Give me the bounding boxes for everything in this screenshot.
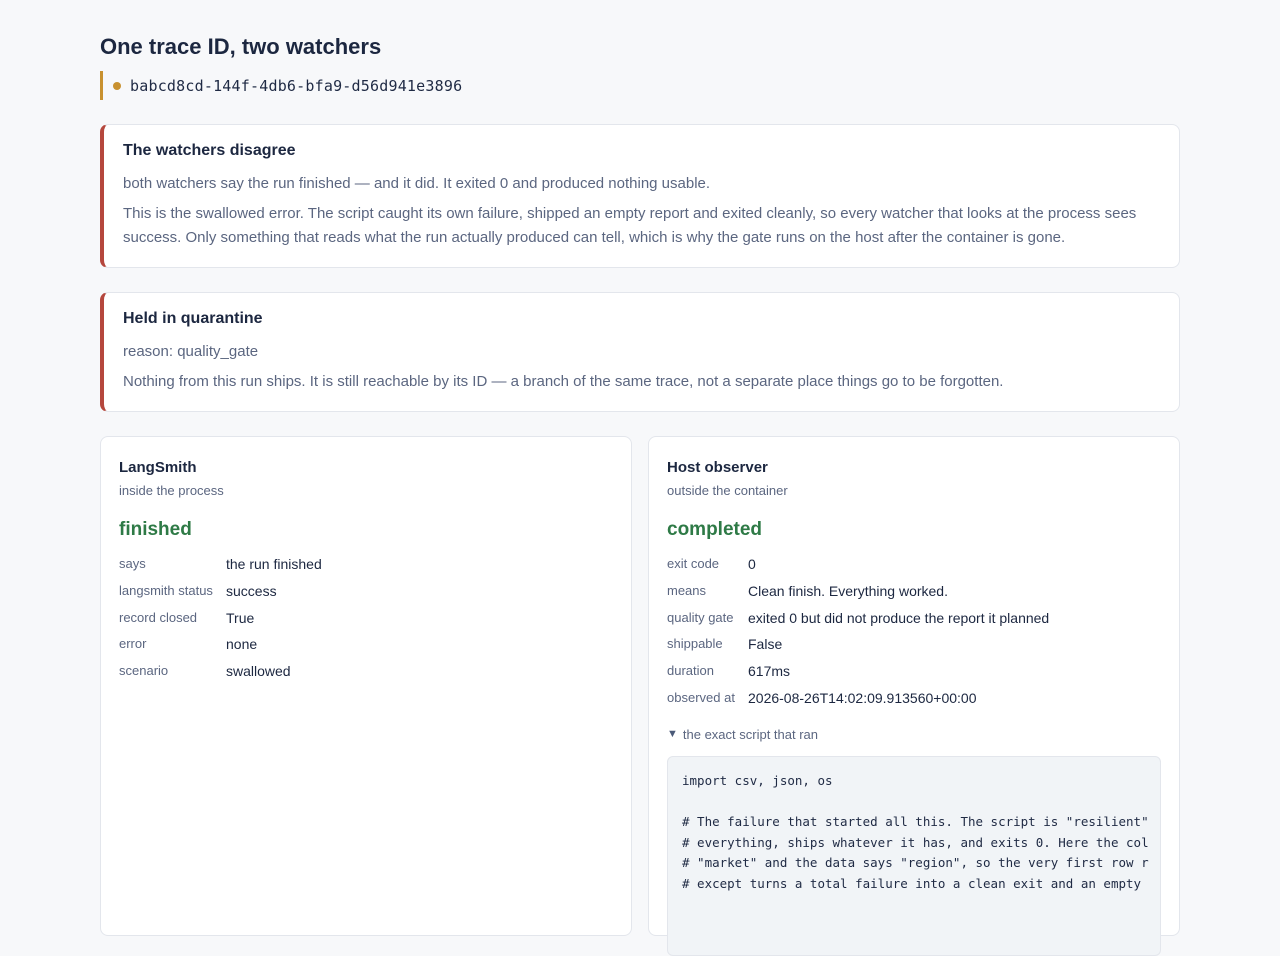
alert-title: The watchers disagree: [123, 142, 296, 159]
kv-row: quality gate exited 0 but did not produce…: [667, 610, 1161, 637]
script-toggle-label: the exact script that ran: [682, 726, 819, 742]
kv-key: record closed: [119, 609, 198, 625]
kv-key: means: [667, 582, 707, 598]
kv-key: shippable: [667, 636, 723, 652]
kv-value: 0: [748, 556, 756, 572]
kv-row: langsmith status success: [119, 583, 613, 610]
kv-value: swallowed: [226, 663, 291, 680]
kv-row: observed at 2026-08-26T14:02:09.913560+00…: [667, 690, 1161, 717]
kv-key: observed at: [667, 689, 735, 705]
script-code: import csv, json, os # The failure that …: [682, 772, 1149, 891]
kv-key: langsmith status: [119, 582, 213, 598]
kv-row: exit code 0: [667, 556, 1161, 583]
kv-value: Clean finish. Everything worked.: [748, 582, 948, 599]
kv-value: True: [226, 609, 255, 626]
alert-lead: both watchers say the run finished — and…: [123, 175, 711, 192]
kv-row: says the run finished: [119, 556, 613, 583]
kv-row: means Clean finish. Everything worked.: [667, 583, 1161, 610]
kv-value: none: [226, 636, 258, 653]
kv-value: success: [226, 582, 277, 599]
kv-value: 617ms: [748, 663, 791, 680]
key-value-list: says the run finished langsmith status suc…: [119, 556, 613, 690]
kv-key: error: [119, 636, 147, 652]
kv-key: says: [119, 556, 146, 571]
panel-subtitle: outside the container: [667, 483, 788, 498]
alert-title: Held in quarantine: [123, 310, 263, 327]
kv-value: False: [748, 636, 783, 653]
kv-row: error none: [119, 636, 613, 663]
kv-value: the run finished: [226, 556, 322, 572]
panel-subtitle: inside the process: [119, 483, 224, 498]
trace-id-text: babcd8cd-144f-4db6-bfa9-d56d941e3896: [130, 76, 463, 95]
triangle-down-icon: ▼: [667, 728, 678, 741]
alert-watchers-disagree: The watchers disagree both watchers say …: [100, 124, 1180, 268]
kv-row: duration 617ms: [667, 663, 1161, 690]
script-code-block[interactable]: import csv, json, os # The failure that …: [667, 755, 1161, 956]
page-title: One trace ID, two watchers: [100, 34, 382, 59]
kv-row: shippable False: [667, 636, 1161, 663]
kv-key: duration: [667, 663, 714, 679]
langsmith-panel: LangSmith inside the process finished sa…: [100, 436, 632, 936]
kv-key: exit code: [667, 556, 720, 571]
alert-body: This is the swallowed error. The script …: [123, 205, 1137, 246]
host-observer-panel: Host observer outside the container comp…: [648, 436, 1180, 956]
alert-lead: reason: quality_gate: [123, 343, 259, 360]
trace-id-badge: babcd8cd-144f-4db6-bfa9-d56d941e3896: [100, 71, 480, 100]
status-dot-icon: [113, 81, 121, 90]
panel-title: LangSmith: [119, 459, 197, 476]
kv-value: 2026-08-26T14:02:09.913560+00:00: [748, 689, 977, 706]
alert-body: Nothing from this run ships. It is still…: [123, 373, 1004, 390]
alert-quarantine: Held in quarantine reason: quality_gate …: [100, 292, 1180, 412]
status-value: completed: [667, 519, 763, 540]
kv-key: scenario: [119, 663, 169, 679]
status-value: finished: [119, 519, 192, 540]
panel-title: Host observer: [667, 459, 768, 476]
script-details-toggle[interactable]: ▼ the exact script that ran: [667, 727, 1161, 742]
kv-row: scenario swallowed: [119, 663, 613, 690]
kv-value: exited 0 but did not produce the report …: [748, 609, 1050, 626]
key-value-list: exit code 0 means Clean finish. Everything…: [667, 556, 1161, 717]
kv-row: record closed True: [119, 610, 613, 637]
kv-key: quality gate: [667, 609, 734, 625]
